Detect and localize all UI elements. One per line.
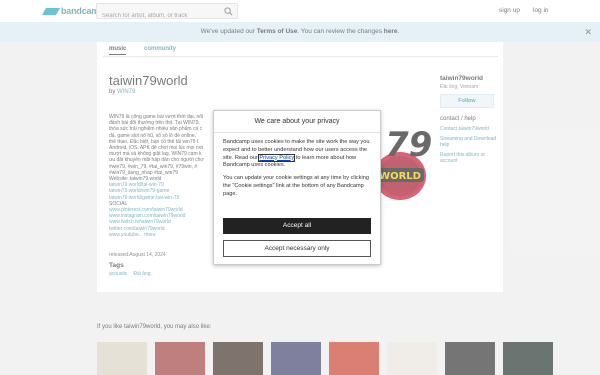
cookie-consent-dialog: We care about your privacy Bandcamp uses… [213,110,381,265]
privacy-policy-link[interactable]: Privacy Policy [258,153,296,162]
accept-necessary-button[interactable]: Accept necessary only [223,240,371,257]
dialog-body: Bandcamp uses cookies to make the site w… [214,133,380,199]
accept-all-button[interactable]: Accept all [223,218,371,234]
dialog-paragraph: Bandcamp uses cookies to make the site w… [223,139,371,170]
dialog-title: We care about your privacy [214,111,380,133]
dialog-paragraph-2: You can update your cookie settings at a… [223,175,369,197]
